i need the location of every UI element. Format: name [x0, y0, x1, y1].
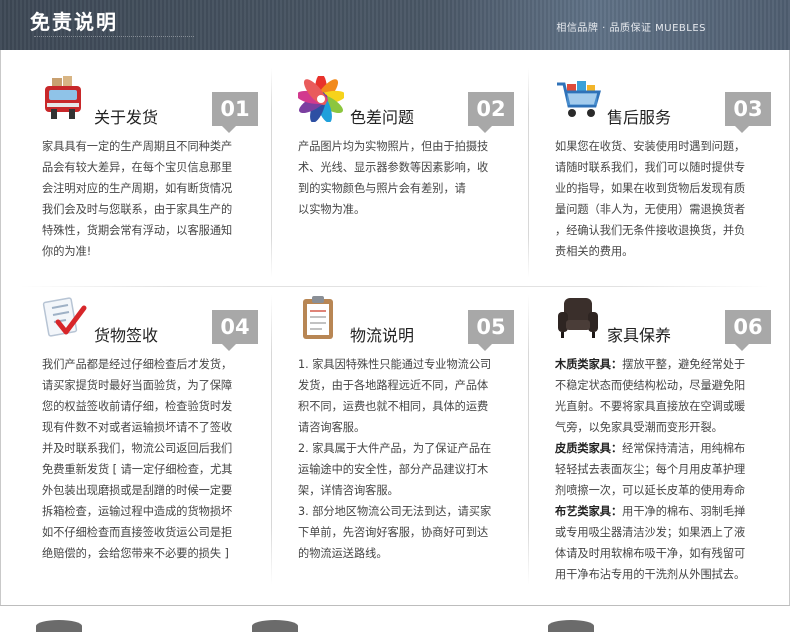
body-line: 外包装出现磨损或是刮蹭的时候一定要	[42, 484, 233, 497]
body-line: 不稳定状态而使结构松动，尽量避免阳	[555, 379, 746, 392]
body-line: 3. 部分地区物流公司无法到达，请买家	[298, 505, 492, 518]
body-line: 请随时联系我们，我们可以随时提供专	[555, 161, 746, 174]
body-line: 轻轻拭去表面灰尘；每个月用皮革护理	[555, 463, 746, 476]
body-line: 架，详情咨询客服。	[298, 484, 399, 497]
body-line: 剂喷擦一次，可以延长皮革的使用寿命	[555, 484, 746, 497]
section-first-line: 木质类家具：摆放平整，避免经常处于	[555, 354, 771, 375]
header-banner: 免责说明 相信品牌 · 品质保证 MUEBLES	[0, 0, 790, 50]
card-body: 如果您在收货、安装使用时遇到问题， 请随时联系我们，我们可以随时提供专 业的指导…	[555, 136, 771, 262]
card-title: 家具保养	[607, 326, 672, 345]
body-line: 体请及时用软棉布吸干净，如有残留可	[555, 547, 746, 560]
card-body: 产品图片均为实物照片，但由于拍摄技 术、光线、显示器参数等因素影响，收 到的实物…	[298, 136, 514, 220]
body-line: 积不同，运费也就不相同，具体的运费	[298, 400, 489, 413]
body-line: 或专用吸尘器清洁沙发；如果洒上了液	[555, 526, 746, 539]
brand-slogan: 相信品牌 · 品质保证 MUEBLES	[556, 23, 706, 34]
row-divider	[20, 286, 770, 287]
body-line: 请买家提货时最好当面验货，为了保障	[42, 379, 233, 392]
page-title: 免责说明	[30, 10, 118, 34]
bottom-border	[0, 605, 790, 632]
column-divider	[271, 68, 272, 278]
body-line: 1. 家具因特殊性只能通过专业物流公司	[298, 358, 492, 371]
body-line: 以实物为准。	[298, 203, 366, 216]
decorative-shape	[252, 620, 298, 632]
column-divider	[271, 295, 272, 585]
shopping-cart-icon	[555, 76, 601, 122]
card-title: 物流说明	[350, 326, 415, 345]
body-line: 您的权益签收前请仔细，检查验货时发	[42, 400, 233, 413]
card-title: 货物签收	[94, 326, 159, 345]
section-text: 经常保持清洁，用纯棉布	[622, 442, 746, 455]
color-wheel-icon	[296, 74, 346, 123]
section-text: 用干净的棉布、羽制毛掸	[622, 505, 746, 518]
body-line: 产品图片均为实物照片，但由于拍摄技	[298, 140, 489, 153]
decorative-shape	[36, 620, 82, 632]
body-line: 业的指导，如果在收到货物后发现有质	[555, 182, 746, 195]
body-line: 量问题（非人为，无使用）需退换货者	[555, 203, 746, 216]
body-line: 特殊性，货期会常有浮动，以客服通知	[42, 224, 233, 237]
section-label: 布艺类家具：	[555, 505, 623, 518]
decorative-shape	[548, 620, 594, 632]
body-line: 我们产品都是经过仔细检查后才发货，	[42, 358, 233, 371]
card-number-badge: 04	[212, 310, 258, 351]
body-line: 的物流运送路线。	[298, 547, 388, 560]
body-line: 绝赔偿的，会给您带来不必要的损失 ]	[42, 547, 229, 560]
body-line: 我们会及时与您联系，由于家具生产的	[42, 203, 233, 216]
card-color-difference: 色差问题 02 产品图片均为实物照片，但由于拍摄技 术、光线、显示器参数等因素影…	[296, 74, 514, 266]
card-number-badge: 01	[212, 92, 258, 133]
body-line: 术、光线、显示器参数等因素影响，收	[298, 161, 489, 174]
section-text: 摆放平整，避免经常处于	[622, 358, 746, 371]
body-line: 会注明对应的生产周期，如有断货情况	[42, 182, 233, 195]
column-divider	[528, 295, 529, 585]
card-title: 色差问题	[350, 108, 415, 127]
section-label: 木质类家具：	[555, 358, 623, 371]
body-line: 并及时联系我们，物流公司返回后我们	[42, 442, 233, 455]
body-line: 品会有较大差异，在每个宝贝信息那里	[42, 161, 233, 174]
card-title: 关于发货	[94, 108, 159, 127]
body-line: 如不仔细检查而直接签收货运公司是拒	[42, 526, 233, 539]
body-line: 如果您在收货、安装使用时遇到问题，	[555, 140, 746, 153]
body-line: 责相关的费用。	[555, 245, 634, 258]
card-body: 我们产品都是经过仔细检查后才发货， 请买家提货时最好当面验货，为了保障 您的权益…	[42, 354, 258, 564]
body-line: 2. 家具属于大件产品，为了保证产品在	[298, 442, 492, 455]
body-line: 发货，由于各地路程远近不同，产品体	[298, 379, 489, 392]
card-number-badge: 06	[725, 310, 771, 351]
body-line: 运输途中的安全性，部分产品建议打木	[298, 463, 489, 476]
card-title: 售后服务	[607, 108, 672, 127]
section-label: 皮质类家具：	[555, 442, 623, 455]
body-line: 气旁，以免家具受潮而变形开裂。	[555, 421, 723, 434]
body-line: 拆箱检查，运输过程中造成的货物损坏	[42, 505, 233, 518]
section-first-line: 皮质类家具：经常保持清洁，用纯棉布	[555, 438, 771, 459]
card-number-badge: 05	[468, 310, 514, 351]
section-first-line: 布艺类家具：用干净的棉布、羽制毛掸	[555, 501, 771, 522]
card-receipt: 货物签收 04 我们产品都是经过仔细检查后才发货， 请买家提货时最好当面验货，为…	[42, 294, 258, 584]
armchair-icon	[555, 294, 601, 340]
body-line: 用干净布沾专用的干洗剂从外围拭去。	[555, 568, 746, 581]
card-after-sales: 售后服务 03 如果您在收货、安装使用时遇到问题， 请随时联系我们，我们可以随时…	[555, 76, 771, 266]
body-line: 光直射。不要将家具直接放在空调或暖	[555, 400, 746, 413]
body-line: 免费重新发货 [ 请一定仔细检查，尤其	[42, 463, 233, 476]
card-body: 家具具有一定的生产周期且不同种类产 品会有较大差异，在每个宝贝信息那里 会注明对…	[42, 136, 258, 262]
clipboard-icon	[298, 294, 344, 340]
card-body: 1. 家具因特殊性只能通过专业物流公司 发货，由于各地路程远近不同，产品体 积不…	[298, 354, 514, 564]
checklist-icon	[42, 294, 88, 340]
card-shipping: 关于发货 01 家具具有一定的生产周期且不同种类产 品会有较大差异，在每个宝贝信…	[42, 76, 258, 266]
card-body: 木质类家具：摆放平整，避免经常处于 不稳定状态而使结构松动，尽量避免阳 光直射。…	[555, 354, 771, 585]
title-underline	[34, 36, 194, 39]
card-logistics: 物流说明 05 1. 家具因特殊性只能通过专业物流公司 发货，由于各地路程远近不…	[298, 294, 514, 584]
delivery-truck-icon	[42, 76, 88, 122]
card-maintenance: 家具保养 06 木质类家具：摆放平整，避免经常处于 不稳定状态而使结构松动，尽量…	[555, 294, 771, 584]
body-line: 家具具有一定的生产周期且不同种类产	[42, 140, 233, 153]
body-line: 你的为准!	[42, 245, 92, 258]
body-line: 现有件数不对或者运输损坏请不了签收	[42, 421, 233, 434]
card-number-badge: 03	[725, 92, 771, 133]
body-line: ，经确认我们无条件接收退换货，并负	[555, 224, 746, 237]
body-line: 下单前，先咨询好客服，协商好可到达	[298, 526, 489, 539]
body-line: 到的实物颜色与照片会有差别，请	[298, 182, 466, 195]
card-number-badge: 02	[468, 92, 514, 133]
body-line: 请咨询客服。	[298, 421, 366, 434]
column-divider	[528, 68, 529, 278]
